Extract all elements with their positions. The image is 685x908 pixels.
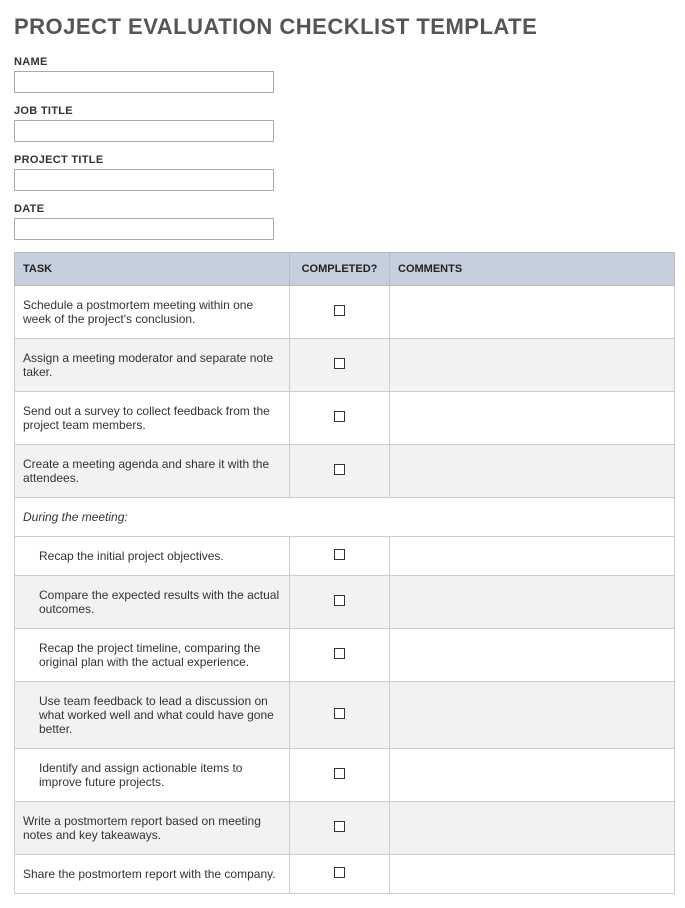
task-cell: Identify and assign actionable items to … — [15, 749, 290, 802]
field-name: NAME — [14, 56, 675, 93]
completed-cell — [290, 286, 390, 339]
table-row: Assign a meeting moderator and separate … — [15, 339, 675, 392]
checkbox[interactable] — [334, 464, 345, 475]
col-comments-header: COMMENTS — [390, 253, 675, 286]
table-row: Recap the initial project objectives. — [15, 537, 675, 576]
comments-cell[interactable] — [390, 537, 675, 576]
completed-cell — [290, 339, 390, 392]
completed-cell — [290, 445, 390, 498]
task-cell: Compare the expected results with the ac… — [15, 576, 290, 629]
checkbox[interactable] — [334, 648, 345, 659]
table-row: Use team feedback to lead a discussion o… — [15, 682, 675, 749]
checkbox[interactable] — [334, 358, 345, 369]
date-input[interactable] — [14, 218, 274, 240]
page-title: PROJECT EVALUATION CHECKLIST TEMPLATE — [14, 14, 675, 40]
checkbox[interactable] — [334, 821, 345, 832]
table-section-row: During the meeting: — [15, 498, 675, 537]
col-task-header: TASK — [15, 253, 290, 286]
table-row: Share the postmortem report with the com… — [15, 855, 675, 894]
comments-cell[interactable] — [390, 629, 675, 682]
completed-cell — [290, 576, 390, 629]
checkbox[interactable] — [334, 411, 345, 422]
field-project-title: PROJECT TITLE — [14, 154, 675, 191]
task-cell: Recap the project timeline, comparing th… — [15, 629, 290, 682]
job-title-label: JOB TITLE — [14, 105, 675, 117]
task-cell: Create a meeting agenda and share it wit… — [15, 445, 290, 498]
comments-cell[interactable] — [390, 445, 675, 498]
comments-cell[interactable] — [390, 802, 675, 855]
task-cell: Recap the initial project objectives. — [15, 537, 290, 576]
completed-cell — [290, 682, 390, 749]
task-cell: Send out a survey to collect feedback fr… — [15, 392, 290, 445]
comments-cell[interactable] — [390, 749, 675, 802]
section-label: During the meeting: — [15, 498, 675, 537]
table-row: Compare the expected results with the ac… — [15, 576, 675, 629]
table-row: Schedule a postmortem meeting within one… — [15, 286, 675, 339]
completed-cell — [290, 392, 390, 445]
name-label: NAME — [14, 56, 675, 68]
comments-cell[interactable] — [390, 682, 675, 749]
task-cell: Assign a meeting moderator and separate … — [15, 339, 290, 392]
completed-cell — [290, 749, 390, 802]
comments-cell[interactable] — [390, 286, 675, 339]
checkbox[interactable] — [334, 595, 345, 606]
completed-cell — [290, 855, 390, 894]
task-cell: Write a postmortem report based on meeti… — [15, 802, 290, 855]
table-header-row: TASK COMPLETED? COMMENTS — [15, 253, 675, 286]
table-row: Send out a survey to collect feedback fr… — [15, 392, 675, 445]
date-label: DATE — [14, 203, 675, 215]
task-cell: Share the postmortem report with the com… — [15, 855, 290, 894]
completed-cell — [290, 629, 390, 682]
table-row: Recap the project timeline, comparing th… — [15, 629, 675, 682]
col-completed-header: COMPLETED? — [290, 253, 390, 286]
comments-cell[interactable] — [390, 339, 675, 392]
project-title-label: PROJECT TITLE — [14, 154, 675, 166]
table-row: Create a meeting agenda and share it wit… — [15, 445, 675, 498]
name-input[interactable] — [14, 71, 274, 93]
checkbox[interactable] — [334, 708, 345, 719]
checklist-table: TASK COMPLETED? COMMENTS Schedule a post… — [14, 252, 675, 894]
table-row: Write a postmortem report based on meeti… — [15, 802, 675, 855]
checkbox[interactable] — [334, 867, 345, 878]
checkbox[interactable] — [334, 768, 345, 779]
table-row: Identify and assign actionable items to … — [15, 749, 675, 802]
checkbox[interactable] — [334, 305, 345, 316]
project-title-input[interactable] — [14, 169, 274, 191]
checkbox[interactable] — [334, 549, 345, 560]
completed-cell — [290, 537, 390, 576]
task-cell: Use team feedback to lead a discussion o… — [15, 682, 290, 749]
comments-cell[interactable] — [390, 392, 675, 445]
field-date: DATE — [14, 203, 675, 240]
comments-cell[interactable] — [390, 576, 675, 629]
task-cell: Schedule a postmortem meeting within one… — [15, 286, 290, 339]
completed-cell — [290, 802, 390, 855]
field-job-title: JOB TITLE — [14, 105, 675, 142]
comments-cell[interactable] — [390, 855, 675, 894]
job-title-input[interactable] — [14, 120, 274, 142]
